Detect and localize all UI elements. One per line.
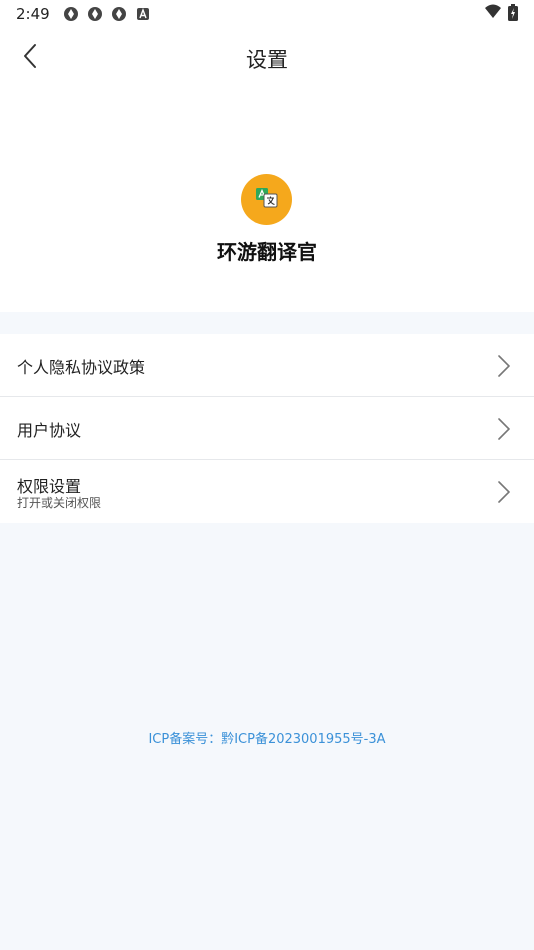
app-info-section: 环游翻译官 <box>0 90 534 312</box>
system-icons <box>484 3 518 25</box>
app-logo <box>241 174 292 225</box>
chevron-right-icon <box>496 479 512 505</box>
status-bar: 2:49 <box>0 0 534 28</box>
wifi-icon <box>484 4 502 24</box>
menu-item-user-agreement[interactable]: 用户协议 <box>0 397 534 460</box>
text-a-icon <box>134 5 152 23</box>
translate-icon <box>255 187 279 213</box>
chevron-left-icon <box>22 43 38 73</box>
page-title: 设置 <box>246 48 288 72</box>
app-bar: 设置 <box>0 28 534 90</box>
sync-icon <box>86 5 104 23</box>
notification-icons <box>62 5 152 23</box>
back-button[interactable] <box>10 38 50 78</box>
menu-item-permission-settings[interactable]: 权限设置 打开或关闭权限 <box>0 460 534 523</box>
menu-item-subtitle: 打开或关闭权限 <box>17 496 102 510</box>
battery-charging-icon <box>508 3 518 25</box>
menu-item-label: 个人隐私协议政策 <box>17 358 146 377</box>
menu-item-label: 用户协议 <box>17 421 82 440</box>
sync-icon <box>110 5 128 23</box>
menu-item-privacy-policy[interactable]: 个人隐私协议政策 <box>0 334 534 397</box>
status-time: 2:49 <box>16 5 50 23</box>
sync-icon <box>62 5 80 23</box>
icp-license-link[interactable]: ICP备案号：黔ICP备2023001955号-3A <box>0 728 534 747</box>
settings-page: 2:49 设置 环游翻译官 个人隐私协议政策 用户协议 权限设置 打开或关闭权限… <box>0 0 534 950</box>
app-name: 环游翻译官 <box>217 240 317 264</box>
chevron-right-icon <box>496 353 512 379</box>
chevron-right-icon <box>496 416 512 442</box>
settings-menu: 个人隐私协议政策 用户协议 权限设置 打开或关闭权限 <box>0 334 534 523</box>
